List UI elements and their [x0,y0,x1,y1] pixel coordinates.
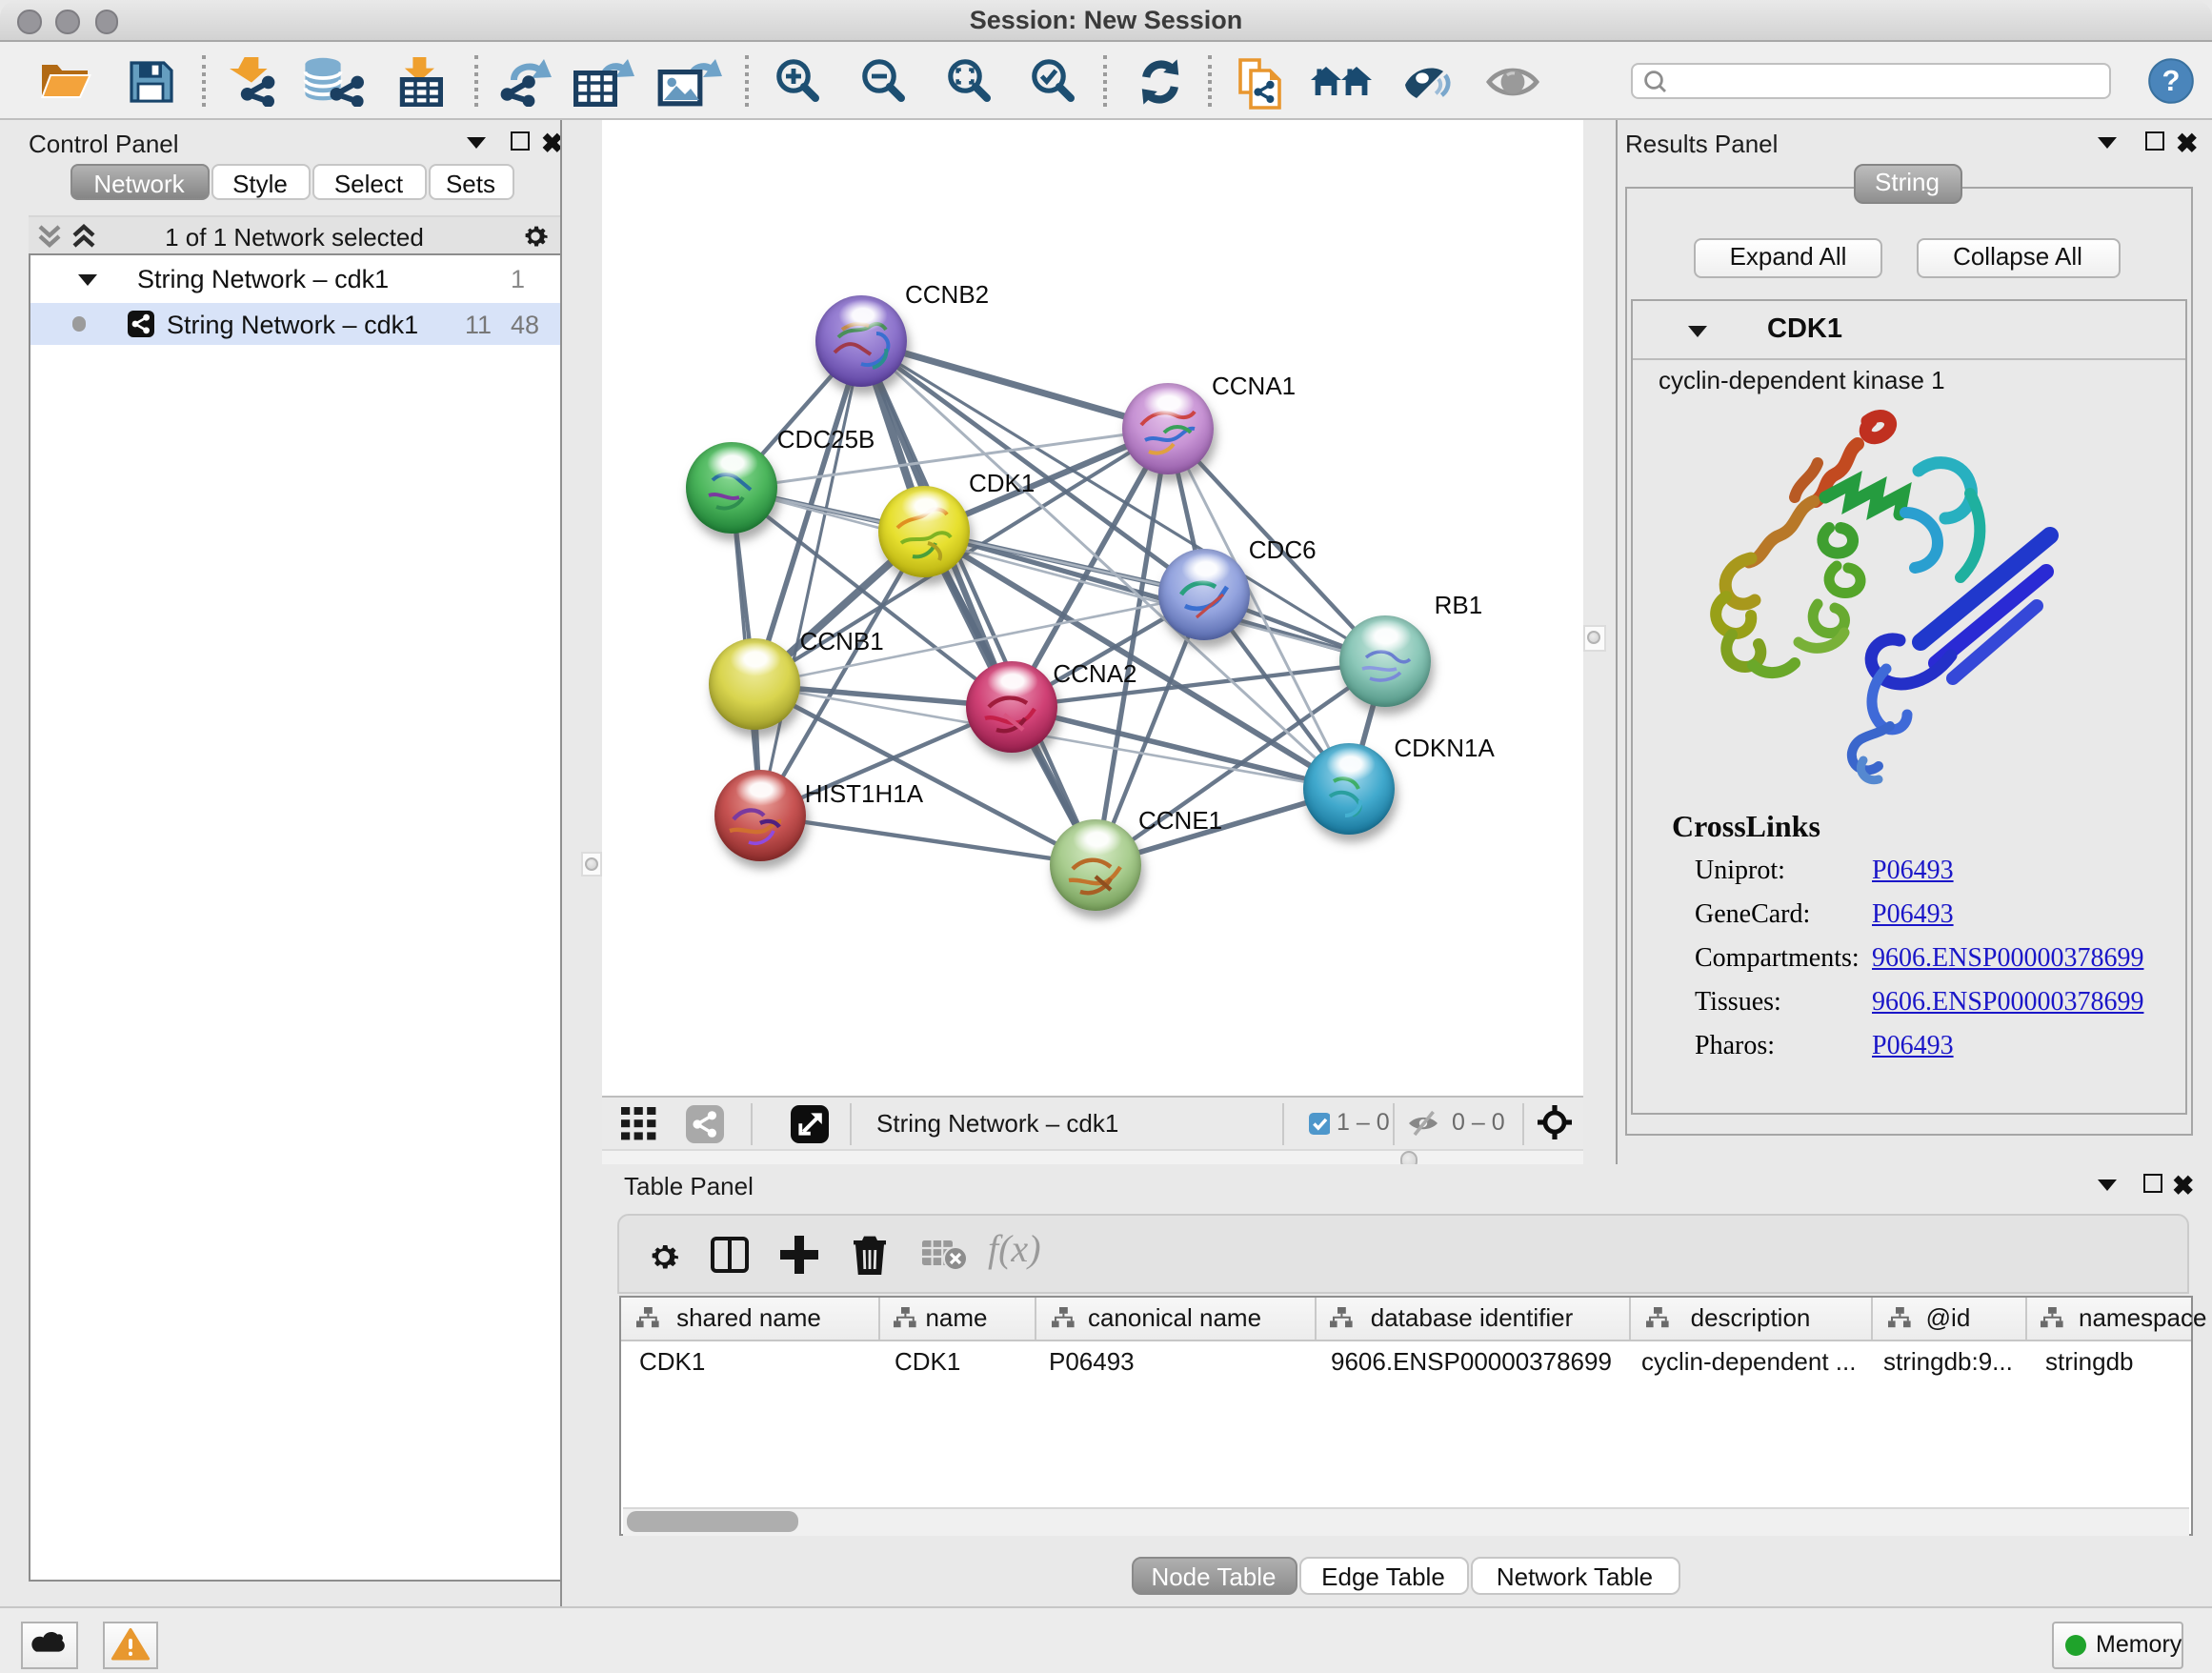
svg-text:?: ? [2162,63,2181,96]
